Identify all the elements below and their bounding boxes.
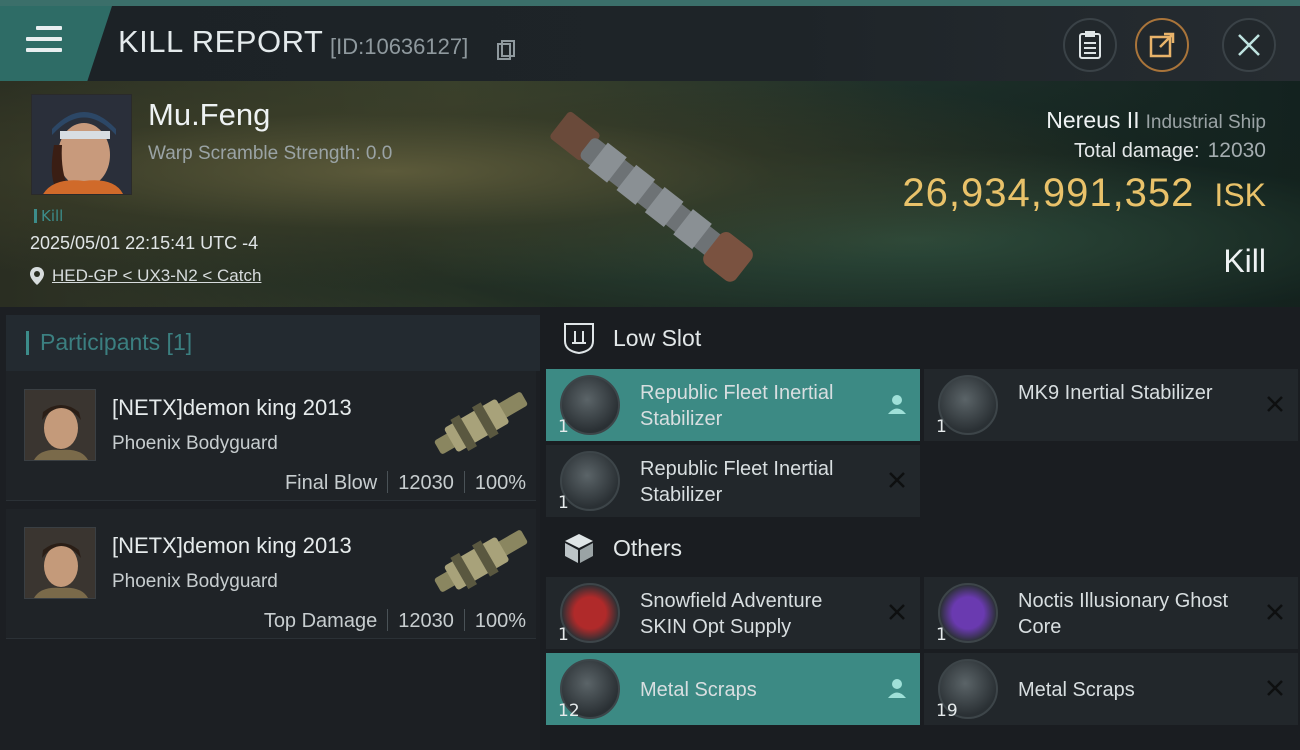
module-quantity: 1: [936, 625, 947, 645]
module-slot[interactable]: 12 Metal Scraps: [546, 653, 920, 725]
participant-ship: Phoenix Bodyguard: [112, 571, 278, 592]
participant-damage: 12030: [398, 472, 454, 494]
low-slot-icon: [564, 323, 594, 355]
participants-header: Participants [1]: [6, 315, 540, 371]
module-name: Noctis Illusionary Ghost Core: [1018, 590, 1229, 638]
supply-crate-icon: [560, 583, 620, 643]
total-damage: Total damage: 12030: [1074, 139, 1266, 163]
ship-name[interactable]: Nereus II: [1046, 107, 1139, 133]
page-title: KILL REPORT: [118, 24, 324, 59]
module-name: Metal Scraps: [1018, 679, 1135, 701]
participant-name[interactable]: [NETX]demon king 2013: [112, 533, 352, 559]
participant-avatar[interactable]: [24, 527, 96, 599]
others-label: Others: [613, 535, 683, 561]
inertial-stabilizer-icon: [560, 451, 620, 511]
module-slot[interactable]: 1 MK9 Inertial Stabilizer: [924, 369, 1298, 441]
others-header: Others: [540, 517, 1300, 579]
module-quantity: 19: [936, 701, 958, 721]
share-icon: [1149, 32, 1175, 58]
close-icon: [889, 472, 905, 488]
module-name: Snowfield Adventure SKIN Opt Supply: [640, 590, 823, 638]
participant-percent: 100%: [474, 472, 526, 494]
module-quantity: 1: [558, 625, 569, 645]
inertial-stabilizer-icon: [938, 375, 998, 435]
participant-card[interactable]: [NETX]demon king 2013 Phoenix Bodyguard …: [6, 371, 536, 501]
module-slot[interactable]: 1 Noctis Illusionary Ghost Core: [924, 577, 1298, 649]
victim-ship: Nereus II Industrial Ship: [1046, 107, 1266, 134]
kill-timestamp: 2025/05/01 22:15:41 UTC -4: [30, 233, 259, 253]
close-icon: [1267, 604, 1283, 620]
participant-name[interactable]: [NETX]demon king 2013: [112, 395, 352, 421]
participant-avatar[interactable]: [24, 389, 96, 461]
location-pin-icon: [30, 267, 44, 285]
participant-stats: Top Damage 12030 100%: [264, 609, 526, 633]
isk-value: 26,934,991,352 ISK: [902, 171, 1266, 216]
victim-name[interactable]: Mu.Feng: [148, 97, 270, 133]
person-icon: [888, 679, 906, 698]
cube-icon: [565, 534, 593, 563]
location-link[interactable]: HED-GP < UX3-N2 < Catch: [52, 266, 261, 286]
victim-portrait[interactable]: [31, 94, 132, 195]
close-icon: [889, 604, 905, 620]
ship-class: Industrial Ship: [1145, 112, 1266, 133]
share-button[interactable]: [1135, 18, 1189, 72]
isk-amount: 26,934,991,352: [902, 171, 1195, 215]
module-name: Republic Fleet Inertial Stabilizer: [640, 382, 834, 430]
total-damage-value: 12030: [1207, 139, 1266, 162]
clipboard-icon: [1079, 31, 1101, 59]
low-slot-header: Low Slot: [540, 307, 1300, 369]
kill-location[interactable]: HED-GP < UX3-N2 < Catch: [30, 266, 261, 286]
warp-scramble-strength: Warp Scramble Strength: 0.0: [148, 143, 393, 164]
participant-damage: 12030: [398, 610, 454, 632]
participant-ship: Phoenix Bodyguard: [112, 433, 278, 454]
module-quantity: 1: [558, 417, 569, 437]
module-name: Republic Fleet Inertial Stabilizer: [640, 458, 834, 506]
participant-role: Top Damage: [263, 610, 378, 632]
module-name: Metal Scraps: [640, 679, 757, 701]
ghost-core-icon: [938, 583, 998, 643]
isk-unit: ISK: [1214, 177, 1266, 213]
close-icon: [1238, 34, 1260, 56]
close-button[interactable]: [1222, 18, 1276, 72]
module-slot[interactable]: 1 Snowfield Adventure SKIN Opt Supply: [546, 577, 920, 649]
header-bar: KILL REPORT [ID:10636127]: [0, 6, 1300, 81]
menu-button[interactable]: [0, 6, 112, 81]
close-icon: [1267, 680, 1283, 696]
participants-title: Participants [1]: [40, 329, 193, 355]
kill-tag: Kill: [34, 207, 63, 225]
module-slot[interactable]: 1 Republic Fleet Inertial Stabilizer: [546, 445, 920, 517]
module-quantity: 1: [558, 493, 569, 513]
total-damage-label: Total damage:: [1073, 140, 1200, 162]
inertial-stabilizer-icon: [560, 375, 620, 435]
participant-stats: Final Blow 12030 100%: [285, 471, 526, 495]
low-slot-label: Low Slot: [613, 325, 702, 351]
participant-ship-image: [434, 530, 528, 592]
clipboard-button[interactable]: [1063, 18, 1117, 72]
victim-ship-image: [550, 111, 753, 282]
report-id: [ID:10636127]: [330, 34, 469, 59]
participant-percent: 100%: [474, 610, 526, 632]
participant-ship-image: [434, 392, 528, 454]
participants-panel: Participants [1] [NETX]demon king 2013 P…: [0, 307, 540, 750]
fitting-panel: Low Slot 1 Republic Fleet Inertial Stabi…: [540, 307, 1300, 750]
module-quantity: 1: [936, 417, 947, 437]
module-quantity: 12: [558, 701, 580, 721]
kill-result: Kill: [1223, 243, 1266, 279]
participant-card[interactable]: [NETX]demon king 2013 Phoenix Bodyguard …: [6, 509, 536, 639]
module-slot[interactable]: 19 Metal Scraps: [924, 653, 1298, 725]
participant-role: Final Blow: [284, 472, 378, 494]
menu-icon: [26, 26, 62, 56]
copy-icon[interactable]: [497, 40, 515, 60]
kill-summary-banner: Mu.Feng Warp Scramble Strength: 0.0 Kill…: [0, 81, 1300, 307]
person-icon: [888, 395, 906, 414]
close-icon: [1267, 396, 1283, 412]
module-slot[interactable]: 1 Republic Fleet Inertial Stabilizer: [546, 369, 920, 441]
module-name: MK9 Inertial Stabilizer: [1018, 382, 1213, 404]
